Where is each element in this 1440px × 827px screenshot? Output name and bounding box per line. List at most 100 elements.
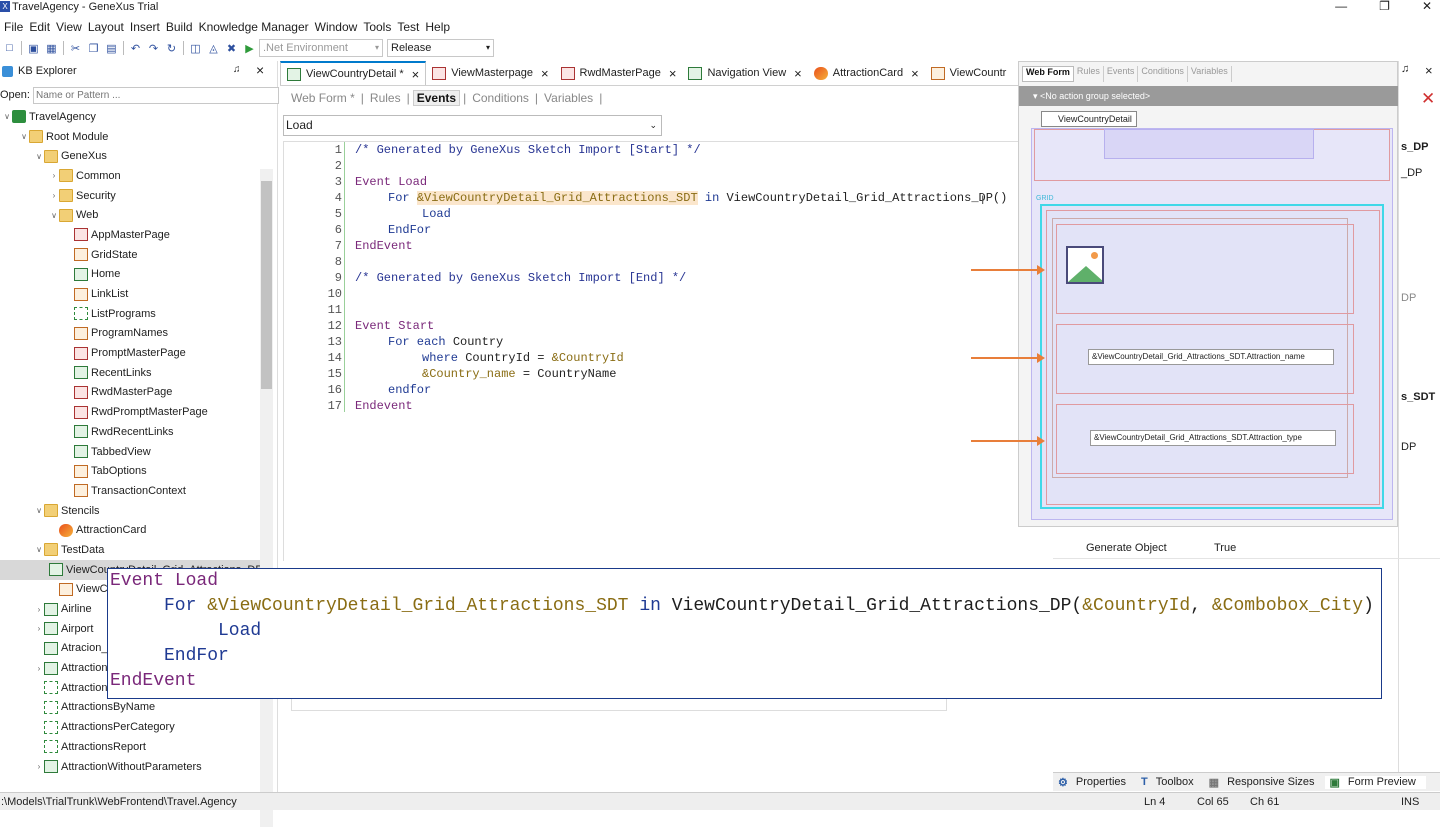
tree-item[interactable]: ∨ TestData xyxy=(0,540,260,560)
close-button[interactable]: ✕ xyxy=(1422,0,1432,13)
close-panel-icon[interactable]: × xyxy=(1425,63,1433,78)
tree-item[interactable]: ProgramNames xyxy=(0,324,260,344)
build-icon[interactable]: ◫ xyxy=(187,40,204,57)
tree-item[interactable]: AttractionCard xyxy=(0,520,260,540)
subtab-events[interactable]: Events xyxy=(412,90,461,106)
chevron-right-icon[interactable]: › xyxy=(34,624,44,633)
menu-build[interactable]: Build xyxy=(164,20,197,34)
attraction-name-field[interactable]: &ViewCountryDetail_Grid_Attractions_SDT.… xyxy=(1088,349,1334,365)
close-tab-icon[interactable]: × xyxy=(412,67,420,82)
menu-view[interactable]: View xyxy=(54,20,86,34)
tab-toolbox[interactable]: T Toolbox xyxy=(1136,776,1204,788)
tree-item[interactable]: GridState xyxy=(0,245,260,265)
wf-tab-web-form[interactable]: Web Form xyxy=(1022,66,1074,82)
chevron-right-icon[interactable]: › xyxy=(34,605,44,614)
subtab-variables[interactable]: Variables xyxy=(541,91,596,105)
new-icon[interactable]: □ xyxy=(1,40,18,57)
menu-window[interactable]: Window xyxy=(313,20,362,34)
tab-responsive-sizes[interactable]: ▦ Responsive Sizes xyxy=(1204,776,1325,789)
environment-select[interactable]: .Net Environment ▾ xyxy=(259,39,383,57)
editor-tab[interactable]: ViewCountryDetail * × xyxy=(280,61,427,85)
chevron-down-icon[interactable]: ∨ xyxy=(49,211,59,220)
redo-icon[interactable]: ↷ xyxy=(145,40,162,57)
menu-knowledge-manager[interactable]: Knowledge Manager xyxy=(197,20,313,34)
chevron-right-icon[interactable]: › xyxy=(34,664,44,673)
cut-icon[interactable]: ✂ xyxy=(67,40,84,57)
undo-icon[interactable]: ↶ xyxy=(127,40,144,57)
tree-item[interactable]: ∨ GeneXus xyxy=(0,146,260,166)
paste-icon[interactable]: ▤ xyxy=(103,40,120,57)
image-placeholder-icon[interactable] xyxy=(1066,246,1104,284)
tree-item[interactable]: RecentLinks xyxy=(0,363,260,383)
code-editor[interactable]: 1 2 3 4 5 6 7 8 9 10 11 12 13 14 15 16 17 /* Generated b… xyxy=(283,141,1028,561)
property-value[interactable]: True xyxy=(1214,542,1236,554)
editor-tab[interactable]: ViewMasterpage × xyxy=(426,61,554,85)
tree-item[interactable]: RwdPromptMasterPage xyxy=(0,402,260,422)
tree-item[interactable]: TransactionContext xyxy=(0,481,260,501)
action-group-bar[interactable]: ▾ <No action group selected> xyxy=(1019,86,1399,106)
rebuild-icon[interactable]: ◬ xyxy=(205,40,222,57)
tree-item[interactable]: ∨ Root Module xyxy=(0,127,260,147)
chevron-down-icon[interactable]: ∨ xyxy=(34,545,44,554)
save-all-icon[interactable]: ▦ xyxy=(43,40,60,57)
menu-help[interactable]: Help xyxy=(423,20,454,34)
subtab-rules[interactable]: Rules xyxy=(367,91,404,105)
close-tab-icon[interactable]: × xyxy=(911,66,919,81)
wf-tab-conditions[interactable]: Conditions xyxy=(1138,66,1188,82)
subtab-conditions[interactable]: Conditions xyxy=(469,91,532,105)
tree-item[interactable]: LinkList xyxy=(0,284,260,304)
clear-icon[interactable]: ✕ xyxy=(1421,89,1435,109)
menu-layout[interactable]: Layout xyxy=(86,20,128,34)
tab-properties[interactable]: ⚙ Properties xyxy=(1053,776,1136,789)
chevron-down-icon[interactable]: ∨ xyxy=(2,112,12,121)
copy-icon[interactable]: ❐ xyxy=(85,40,102,57)
close-tab-icon[interactable]: × xyxy=(794,66,802,81)
tree-item[interactable]: RwdMasterPage xyxy=(0,383,260,403)
wf-tab-variables[interactable]: Variables xyxy=(1188,66,1232,82)
tree-item[interactable]: › Security xyxy=(0,186,260,206)
menu-tools[interactable]: Tools xyxy=(361,20,395,34)
tree-item[interactable]: AppMasterPage xyxy=(0,225,260,245)
tree-item[interactable]: ∨ TravelAgency xyxy=(0,107,260,127)
kb-scrollbar[interactable] xyxy=(260,169,273,827)
pin-icon[interactable]: ♫ xyxy=(1401,63,1409,75)
wf-tab-rules[interactable]: Rules xyxy=(1074,66,1104,82)
menu-insert[interactable]: Insert xyxy=(128,20,164,34)
refresh-icon[interactable]: ↻ xyxy=(163,40,180,57)
tree-item[interactable]: › AttractionWithoutParameters xyxy=(0,757,260,777)
tree-item[interactable]: PromptMasterPage xyxy=(0,343,260,363)
event-selector[interactable]: Load ⌄ xyxy=(283,115,662,136)
chevron-right-icon[interactable]: › xyxy=(49,171,59,180)
attraction-type-field[interactable]: &ViewCountryDetail_Grid_Attractions_SDT.… xyxy=(1090,430,1336,446)
tree-item[interactable]: TabOptions xyxy=(0,461,260,481)
close-tab-icon[interactable]: × xyxy=(669,66,677,81)
tree-item[interactable]: ∨ Stencils xyxy=(0,501,260,521)
chevron-right-icon[interactable]: › xyxy=(34,762,44,771)
tree-item[interactable]: AttractionsPerCategory xyxy=(0,717,260,737)
menu-test[interactable]: Test xyxy=(395,20,423,34)
editor-tab[interactable]: ViewCountr xyxy=(925,61,1013,85)
form-breadcrumb[interactable]: ViewCountryDetail xyxy=(1041,111,1137,127)
tree-item[interactable]: TabbedView xyxy=(0,442,260,462)
close-panel-icon[interactable]: × xyxy=(256,62,264,78)
cancel-build-icon[interactable]: ✖ xyxy=(223,40,240,57)
close-tab-icon[interactable]: × xyxy=(541,66,549,81)
menu-edit[interactable]: Edit xyxy=(27,20,54,34)
minimize-button[interactable]: — xyxy=(1335,0,1347,13)
save-icon[interactable]: ▣ xyxy=(25,40,42,57)
attractions-grid[interactable]: &ViewCountryDetail_Grid_Attractions_SDT.… xyxy=(1040,204,1384,509)
editor-tab[interactable]: AttractionCard × xyxy=(808,61,925,85)
tree-item[interactable]: AttractionsByName xyxy=(0,698,260,718)
tab-form-preview[interactable]: ▣ Form Preview xyxy=(1324,775,1426,789)
tree-item[interactable]: AttractionsReport xyxy=(0,737,260,757)
chevron-right-icon[interactable]: › xyxy=(49,191,59,200)
chevron-down-icon[interactable]: ∨ xyxy=(34,506,44,515)
scroll-thumb[interactable] xyxy=(261,181,272,389)
run-icon[interactable]: ▶ xyxy=(241,40,258,57)
tree-item[interactable]: RwdRecentLinks xyxy=(0,422,260,442)
configuration-select[interactable]: Release ▾ xyxy=(387,39,494,57)
tree-item[interactable]: ListPrograms xyxy=(0,304,260,324)
property-row[interactable]: Generate Object True xyxy=(1053,537,1440,559)
editor-tab[interactable]: Navigation View × xyxy=(682,61,807,85)
chevron-down-icon[interactable]: ∨ xyxy=(19,132,29,141)
